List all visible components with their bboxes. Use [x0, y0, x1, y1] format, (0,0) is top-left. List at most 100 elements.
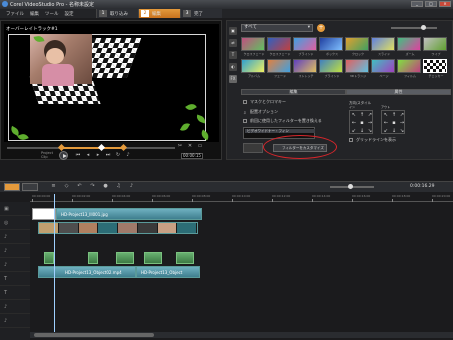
arrow-icon[interactable]: ← [350, 119, 358, 127]
chapter-icon[interactable]: ◇ [63, 183, 70, 190]
track-header[interactable]: ♪ [0, 258, 30, 272]
arrow-icon[interactable]: ↑ [390, 111, 398, 119]
arrow-icon[interactable]: ↓ [358, 127, 366, 135]
track-header[interactable]: ♪ [0, 244, 30, 258]
track-header[interactable]: ♪ [0, 230, 30, 244]
video-clip[interactable] [38, 222, 198, 234]
overlay-clip-small[interactable] [144, 252, 162, 264]
trim-out-handle[interactable] [119, 143, 128, 152]
filter-thumbnail[interactable]: チェッカー [423, 59, 447, 78]
next-frame-icon[interactable]: ▸ [95, 153, 101, 158]
thumb-size-slider[interactable] [391, 25, 437, 30]
category-dropdown[interactable]: すべて [241, 24, 313, 32]
media-icon[interactable]: ▣ [229, 27, 237, 35]
redo-icon[interactable]: ↷ [89, 183, 96, 190]
transition-icon[interactable]: ⇄ [229, 39, 237, 47]
maximize-button[interactable]: □ [425, 1, 437, 7]
playhead[interactable] [54, 194, 55, 332]
menu-settings[interactable]: 設定 [65, 11, 74, 17]
arrow-icon[interactable]: ↙ [382, 127, 390, 135]
timeline-ruler[interactable]: 00:00:00:00 00:00:02:00 00:00:04:00 00:00:0… [30, 194, 453, 202]
filter-thumbnail[interactable]: ボックス [319, 37, 343, 56]
arrow-icon[interactable]: ↙ [350, 127, 358, 135]
menu-edit[interactable]: 編集 [30, 11, 39, 17]
graphic-icon[interactable]: ◐ [229, 63, 237, 71]
overlay-clip-small[interactable] [176, 252, 194, 264]
scrub-bar[interactable] [7, 143, 175, 152]
filter-thumbnail[interactable]: ブラインド [319, 59, 343, 78]
arrow-icon[interactable]: ↓ [390, 127, 398, 135]
storyboard-view-button[interactable] [22, 183, 38, 191]
filter-thumbnail[interactable]: クロック [345, 37, 369, 56]
menu-tools[interactable]: ツール [45, 11, 59, 17]
track-header[interactable]: ♪ [0, 300, 30, 314]
arrow-icon[interactable]: ↗ [398, 111, 406, 119]
filter-thumbnail[interactable]: ストレッチ [293, 59, 317, 78]
undo-icon[interactable]: ↶ [76, 183, 83, 190]
minimize-button[interactable]: _ [411, 1, 423, 7]
add-icon[interactable]: + [317, 24, 325, 32]
step-edit[interactable]: 2 編集 [138, 9, 180, 18]
arrow-icon[interactable]: ← [382, 119, 390, 127]
track-header[interactable]: ▣ [0, 202, 30, 216]
overlay-video-clip-1[interactable]: HD-Project13_Object02.mp4 [38, 266, 136, 278]
overlay-clip-small[interactable] [116, 252, 134, 264]
overlay-video-clip-2[interactable]: HD-Project13_Object [136, 266, 200, 278]
track-header[interactable]: T [0, 272, 30, 286]
filter-thumbnail[interactable]: 3Dトランジ [345, 59, 369, 78]
arrow-icon[interactable]: ↘ [366, 127, 374, 135]
title-thumb-clip[interactable] [32, 208, 56, 220]
end-icon[interactable]: ⏭ [105, 153, 111, 158]
close-button[interactable]: × [439, 1, 451, 7]
arrow-icon[interactable]: ↖ [350, 111, 358, 119]
auto-music-icon[interactable]: ♪ [128, 183, 135, 190]
arrow-icon[interactable]: → [366, 119, 374, 127]
in-direction-grid[interactable]: ↖ ↑ ↗ ← ▪ → ↙ ↓ ↘ [349, 110, 373, 134]
home-icon[interactable]: ⏮ [75, 153, 81, 158]
center-icon[interactable]: ▪ [390, 119, 398, 127]
filter-thumbnail[interactable]: フェード [267, 59, 291, 78]
scrubber-handle[interactable] [97, 143, 106, 152]
scrollbar-thumb[interactable] [34, 333, 154, 337]
filter-thumbnail[interactable]: スライド [371, 37, 395, 56]
record-icon[interactable]: ● [102, 183, 109, 190]
volume-icon[interactable]: ♪ [125, 153, 131, 158]
prev-frame-icon[interactable]: ◂ [85, 153, 91, 158]
arrow-icon[interactable]: ↖ [382, 111, 390, 119]
slider-knob[interactable] [421, 25, 426, 30]
applied-filter-item[interactable]: ビデオワイドナー・フィン [245, 129, 315, 133]
track-header[interactable]: ◎ [0, 216, 30, 230]
filter-thumbnail[interactable]: フィルム [397, 59, 421, 78]
tab-edit[interactable]: 編集 [241, 89, 346, 95]
zoom-slider[interactable] [330, 184, 374, 189]
split-icon[interactable]: ✂ [177, 144, 183, 149]
step-capture[interactable]: 1 取り込み [96, 9, 138, 18]
tab-attribute[interactable]: 属性 [346, 89, 451, 95]
title-icon[interactable]: T [229, 51, 237, 59]
play-button[interactable] [59, 151, 68, 160]
grid-lines-option[interactable]: グリッドラインを表示 [349, 137, 396, 143]
filter-thumbnail[interactable]: クロスフェード [267, 37, 291, 56]
filter-thumbnail[interactable]: ズーム [397, 37, 421, 56]
arrow-icon[interactable]: ↑ [358, 111, 366, 119]
filter-thumbnail[interactable]: ページ [371, 59, 395, 78]
placement-option[interactable]: ⇩ 配置オプション [243, 109, 278, 115]
filter-thumbnail[interactable]: ワイプ [423, 37, 447, 56]
mask-chroma-option[interactable]: マスクとクロマキー [243, 99, 286, 105]
overlay-clip-small[interactable] [44, 252, 54, 264]
timeline-scrollbar[interactable] [30, 332, 453, 338]
checkbox[interactable] [243, 100, 247, 104]
replace-last-filter-option[interactable]: 前回に使用したフィルターを置き換える [243, 118, 322, 124]
project-clip-toggle[interactable]: Project Clip [41, 151, 53, 159]
track-header[interactable]: ♪ [0, 314, 30, 328]
preview-timecode[interactable]: 00:00:15 [181, 153, 203, 159]
out-direction-grid[interactable]: ↖ ↑ ↗ ← ▪ → ↙ ↓ ↘ [381, 110, 405, 134]
menu-file[interactable]: ファイル [6, 11, 24, 17]
trim-in-handle[interactable] [57, 143, 66, 152]
timeline-view-button[interactable] [4, 183, 20, 191]
arrow-icon[interactable]: → [398, 119, 406, 127]
arrow-icon[interactable]: ↗ [366, 111, 374, 119]
filter-thumbnail[interactable]: クロスフェード [241, 37, 265, 56]
track-header[interactable]: T [0, 286, 30, 300]
center-icon[interactable]: ▪ [358, 119, 366, 127]
